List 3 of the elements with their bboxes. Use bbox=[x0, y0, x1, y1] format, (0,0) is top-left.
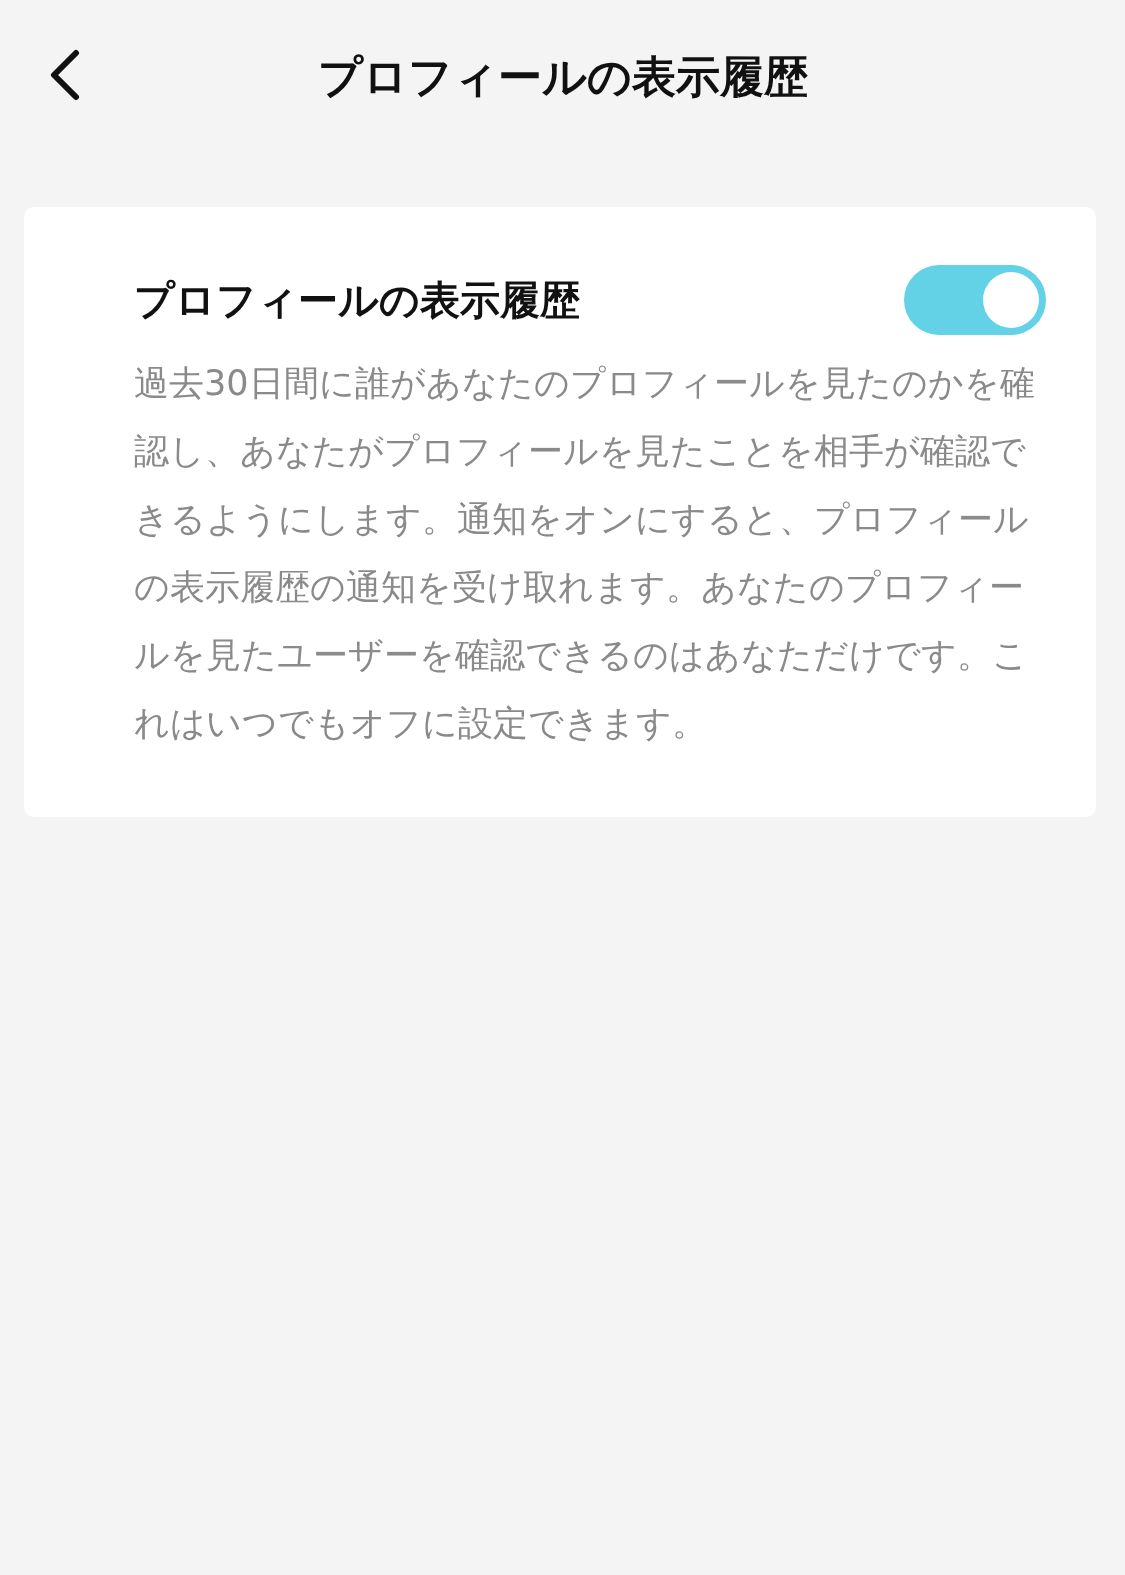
setting-description: 過去30日間に誰があなたのプロフィールを見たのかを確認し、あなたがプロフィールを見たことを相手が確認できるようにします。通知をオンにすると、プロフィールの表示履歴の通知を受け取れます。あなたのプロフィールを見たユーザーを確認できるのはあなただけです。これはいつでもオフに設定できます。 bbox=[134, 362, 1036, 745]
page-title: プロフィールの表示履歴 bbox=[317, 50, 808, 104]
setting-title: プロフィールの表示履歴 bbox=[134, 275, 580, 325]
